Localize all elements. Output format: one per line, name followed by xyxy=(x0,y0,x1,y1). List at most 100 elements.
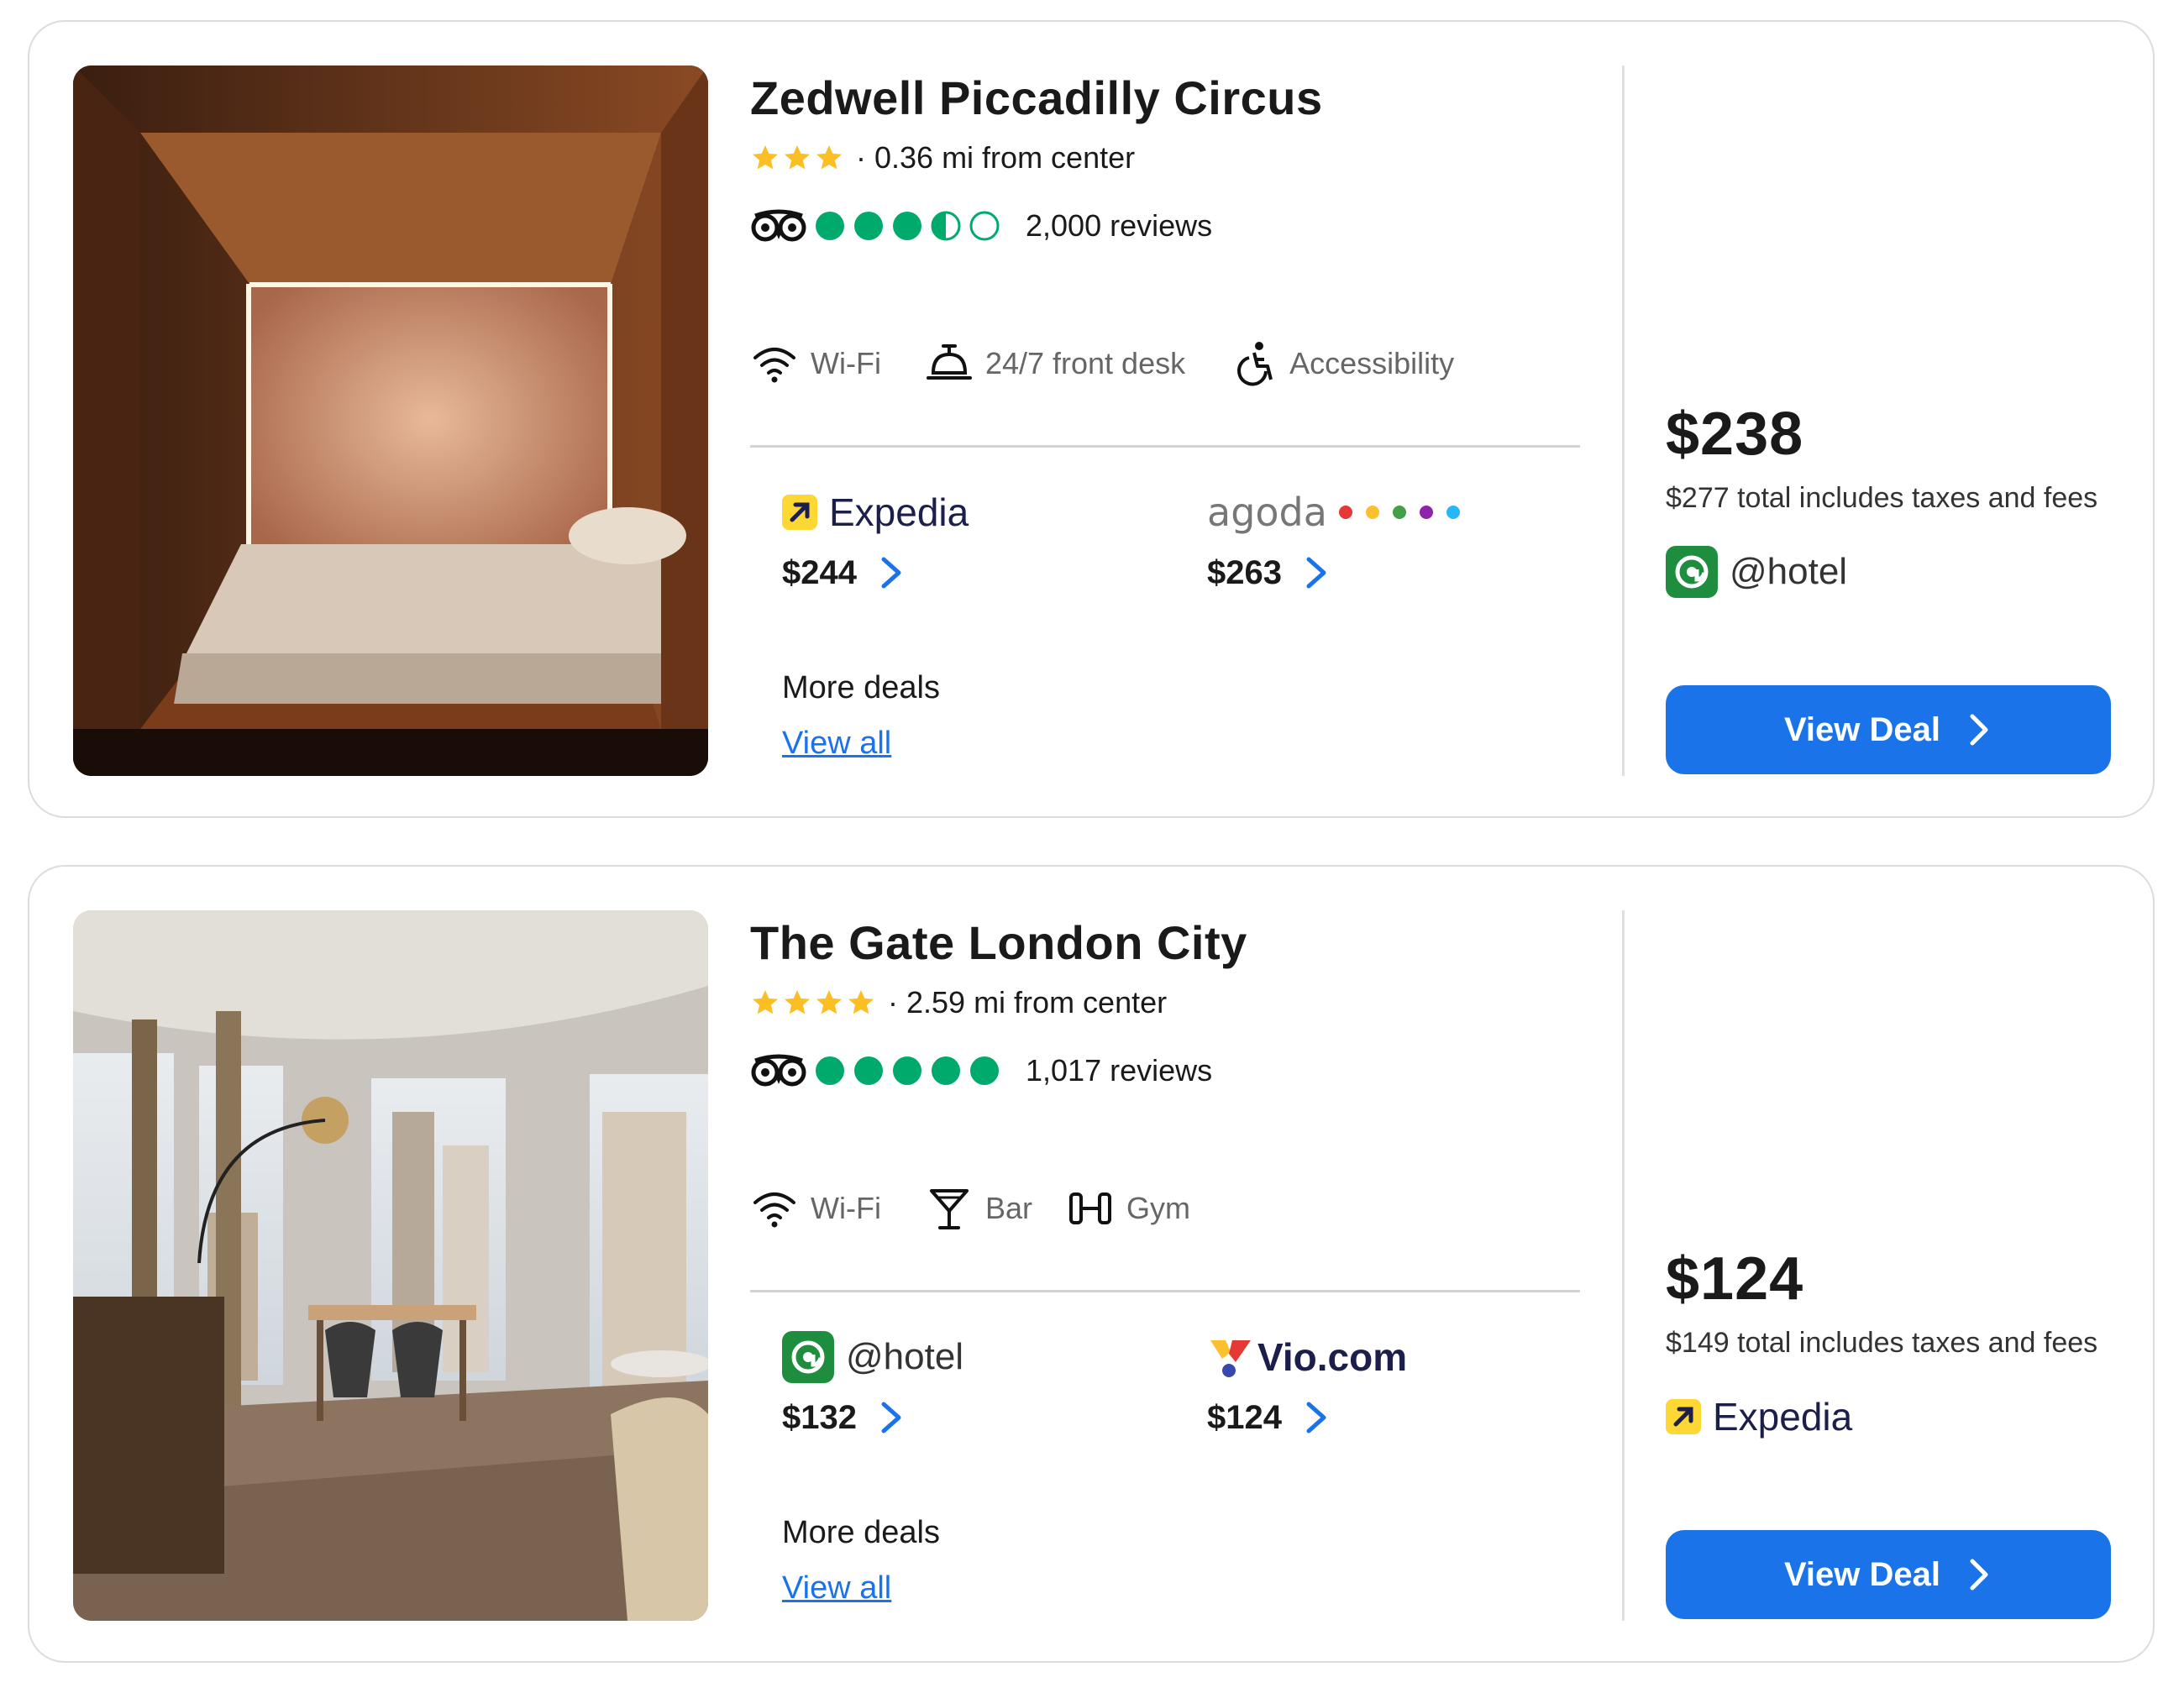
tripadvisor-rating[interactable]: 2,000 reviews xyxy=(750,205,1212,247)
best-price-panel: $124 $149 total includes taxes and fees … xyxy=(1666,1245,2119,1443)
view-all-link[interactable]: View all xyxy=(782,726,891,762)
best-provider: Expedia xyxy=(1666,1391,2119,1443)
provider-name: @hotel xyxy=(1730,551,1848,592)
amenities-list: Wi-Fi 24/7 front desk Accessibility xyxy=(750,336,1498,391)
view-all-link[interactable]: View all xyxy=(782,1570,891,1607)
chevron-right-icon xyxy=(881,1402,901,1434)
hotel-name[interactable]: The Gate London City xyxy=(750,915,1247,970)
hotel-photo[interactable] xyxy=(73,66,708,776)
star-rating xyxy=(750,988,878,1018)
best-price: $238 xyxy=(1666,401,1804,468)
deal-option[interactable]: @hotel $132 xyxy=(782,1331,1135,1443)
chevron-right-icon xyxy=(1306,1402,1326,1434)
deal-price: $263 xyxy=(1207,553,1282,591)
deal-price-link[interactable]: $244 xyxy=(782,548,1135,598)
deal-option[interactable]: Expedia $244 xyxy=(782,487,1135,598)
rating-bubble-half-icon xyxy=(931,211,961,241)
divider xyxy=(750,445,1580,448)
hotel-at-logo: @hotel xyxy=(782,1331,963,1383)
chevron-right-icon xyxy=(1306,557,1326,589)
distance-text: 2.59 mi from center xyxy=(906,985,1168,1019)
star-icon xyxy=(785,145,810,170)
hotel-photo[interactable] xyxy=(73,910,708,1621)
deal-price: $124 xyxy=(1207,1398,1282,1436)
vertical-divider xyxy=(1622,66,1625,776)
rating-bubble-full-icon xyxy=(854,1056,883,1085)
rating-bubble-empty-icon xyxy=(969,211,1000,241)
rating-bubble-full-icon xyxy=(816,212,844,240)
rating-bubble-full-icon xyxy=(816,1056,844,1085)
amenity-label: Accessibility xyxy=(1289,346,1455,380)
star-icon xyxy=(753,145,778,170)
front-desk-bell-icon xyxy=(926,344,972,380)
view-deal-label: View Deal xyxy=(1783,710,1941,748)
amenity-item: Wi-Fi xyxy=(750,1184,881,1233)
star-icon xyxy=(785,990,810,1014)
view-deal-button[interactable]: View Deal xyxy=(1666,685,2111,774)
rating-bubble-full-icon xyxy=(932,1056,960,1085)
rating-row: · 2.59 mi from center xyxy=(750,984,1167,1021)
best-provider: @hotel xyxy=(1666,546,2119,598)
vio-mark-icon xyxy=(1210,1340,1251,1377)
review-count: 2,000 reviews xyxy=(1026,208,1213,243)
provider-name: Expedia xyxy=(1713,1395,1853,1439)
separator-dot: · xyxy=(856,140,866,175)
vertical-divider xyxy=(1622,910,1625,1621)
amenity-item: Accessibility xyxy=(1229,339,1454,388)
view-deal-label: View Deal xyxy=(1783,1555,1941,1593)
review-count: 1,017 reviews xyxy=(1026,1053,1213,1088)
deal-price: $244 xyxy=(782,553,857,591)
provider-logo-expedia: Expedia xyxy=(782,487,1135,537)
tripadvisor-owl-icon xyxy=(751,209,806,242)
expedia-logo: Expedia xyxy=(782,490,969,535)
agoda-dots-icon xyxy=(1338,506,1473,519)
hotel-card: Zedwell Piccadilly Circus · 0.36 mi from… xyxy=(28,20,2155,818)
provider-logo-agoda: agoda xyxy=(1207,487,1560,537)
at-hotel-icon xyxy=(1666,546,1718,598)
cocktail-glass-icon xyxy=(929,1189,969,1229)
rating-row: · 0.36 mi from center xyxy=(750,139,1135,176)
star-icon xyxy=(753,990,778,1014)
provider-logo-at-hotel: @hotel xyxy=(782,1331,1135,1383)
tripadvisor-rating[interactable]: 1,017 reviews xyxy=(750,1050,1212,1092)
best-price: $124 xyxy=(1666,1245,1804,1313)
view-deal-button[interactable]: View Deal xyxy=(1666,1530,2111,1619)
amenity-label: Wi-Fi xyxy=(811,346,881,380)
rating-bubble-full-icon xyxy=(970,1056,999,1085)
deal-option[interactable]: agoda $263 xyxy=(1207,487,1560,598)
distance-text: 0.36 mi from center xyxy=(874,140,1136,175)
rating-bubble-full-icon xyxy=(893,212,921,240)
rating-bubble-full-icon xyxy=(854,212,883,240)
amenity-item: Gym xyxy=(1066,1184,1190,1233)
at-hotel-icon xyxy=(782,1331,834,1383)
amenities-list: Wi-Fi Bar Gym xyxy=(750,1181,1234,1236)
provider-name: Vio.com xyxy=(1257,1335,1408,1379)
agoda-logo: agoda xyxy=(1207,490,1473,535)
expedia-arrow-icon xyxy=(782,495,817,530)
dumbbell-icon xyxy=(1068,1192,1111,1224)
expedia-arrow-icon xyxy=(1666,1399,1701,1434)
wifi-icon xyxy=(753,348,795,383)
provider-name: @hotel xyxy=(846,1336,964,1377)
amenity-item: 24/7 front desk xyxy=(925,339,1185,388)
provider-name: Expedia xyxy=(829,490,969,534)
deal-price-link[interactable]: $132 xyxy=(782,1392,1135,1443)
hotel-name[interactable]: Zedwell Piccadilly Circus xyxy=(750,71,1323,125)
deal-option[interactable]: Vio.com $124 xyxy=(1207,1332,1560,1443)
divider xyxy=(750,1290,1580,1292)
amenity-label: 24/7 front desk xyxy=(984,346,1186,380)
vio-logo: Vio.com xyxy=(1207,1334,1407,1381)
amenity-item: Wi-Fi xyxy=(750,339,881,388)
total-price-text: $277 total includes taxes and fees xyxy=(1666,482,2098,514)
hotel-at-logo: @hotel xyxy=(1666,546,1847,598)
hotel-info: The Gate London City · 2.59 mi from cent… xyxy=(750,910,1610,1621)
provider-name: agoda xyxy=(1207,490,1327,535)
tripadvisor-owl-icon xyxy=(751,1054,806,1087)
expedia-logo: Expedia xyxy=(1666,1394,1852,1439)
more-deals-label: More deals xyxy=(782,1515,940,1550)
deal-price-link[interactable]: $124 xyxy=(1207,1392,1560,1443)
deal-price-link[interactable]: $263 xyxy=(1207,548,1560,598)
amenity-item: Bar xyxy=(925,1184,1032,1233)
hotel-info: Zedwell Piccadilly Circus · 0.36 mi from… xyxy=(750,66,1610,776)
total-price-text: $149 total includes taxes and fees xyxy=(1666,1327,2098,1359)
